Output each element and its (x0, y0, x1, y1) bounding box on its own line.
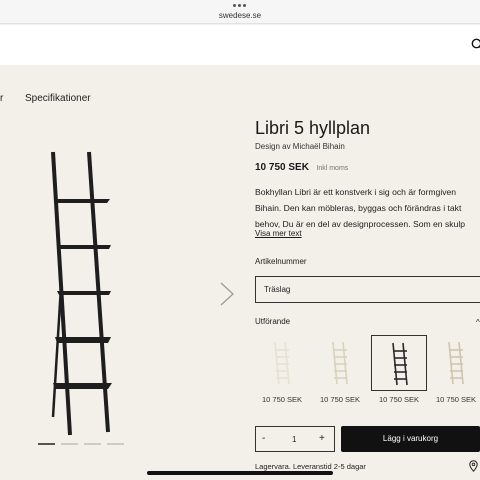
gallery-dot[interactable] (38, 443, 55, 445)
quantity-increase-button[interactable]: + (319, 433, 325, 444)
read-more-link[interactable]: Visa mer text (255, 229, 302, 238)
gallery-dot[interactable] (84, 443, 101, 445)
chevron-up-icon[interactable]: ^ (476, 318, 480, 327)
ladder-thumbnail (392, 342, 408, 386)
product-image-ladder (51, 151, 112, 436)
quantity-value[interactable]: 1 (292, 435, 296, 444)
more-dots-icon[interactable] (233, 4, 246, 7)
ladder-thumbnail (274, 341, 290, 385)
chevron-right-icon[interactable] (218, 281, 236, 307)
product-title: Libri 5 hyllplan (255, 118, 371, 138)
price-row: 10 750 SEK Inkl moms (255, 157, 348, 175)
variant-price: 10 750 SEK (319, 395, 361, 404)
article-select[interactable]: Träslag (255, 276, 480, 303)
variant-label: Utförande (255, 317, 291, 326)
vat-note: Inkl moms (316, 165, 349, 172)
product-description: Bokhyllan Libri är ett konstverk i sig o… (255, 184, 480, 232)
search-icon[interactable] (471, 38, 480, 52)
product-price: 10 750 SEK (255, 162, 309, 173)
tab-specifications[interactable]: Specifikationer (25, 93, 91, 104)
product-page: r Specifikationer Libri 5 hyllplan Desig… (0, 65, 480, 480)
gallery-dot[interactable] (61, 443, 78, 445)
article-select-value: Träslag (264, 285, 291, 294)
home-indicator (147, 471, 333, 475)
product-designer: Design av Michaël Bihain (255, 142, 345, 151)
quantity-decrease-button[interactable]: - (262, 433, 265, 444)
variant-option[interactable] (371, 335, 427, 391)
variant-price: 10 750 SEK (435, 395, 477, 404)
variant-option[interactable] (428, 335, 480, 391)
description-line: Bokhyllan Libri är ett konstverk i sig o… (255, 187, 457, 197)
ladder-thumbnail (332, 341, 348, 385)
site-header (0, 25, 480, 65)
gallery-pagination (38, 443, 124, 445)
map-pin-icon[interactable] (469, 460, 478, 472)
add-to-cart-button[interactable]: Lägg i varukorg (341, 426, 480, 452)
quantity-stepper: - 1 + (255, 426, 335, 452)
ladder-thumbnail (448, 341, 464, 385)
browser-url[interactable]: swedese.se (0, 11, 480, 20)
browser-bar: swedese.se (0, 0, 480, 24)
variant-option[interactable] (312, 335, 368, 391)
variant-price: 10 750 SEK (378, 395, 420, 404)
gallery-dot[interactable] (107, 443, 124, 445)
variant-price: 10 750 SEK (261, 395, 303, 404)
variant-option[interactable] (254, 335, 310, 391)
delivery-info: Lagervara. Leveranstid 2-5 dagar (255, 462, 366, 471)
description-line: Bihain. Den kan möbleras, byggas och för… (255, 203, 462, 213)
article-number-label: Artikelnummer (255, 257, 307, 266)
tab-previous[interactable]: r (0, 93, 3, 104)
